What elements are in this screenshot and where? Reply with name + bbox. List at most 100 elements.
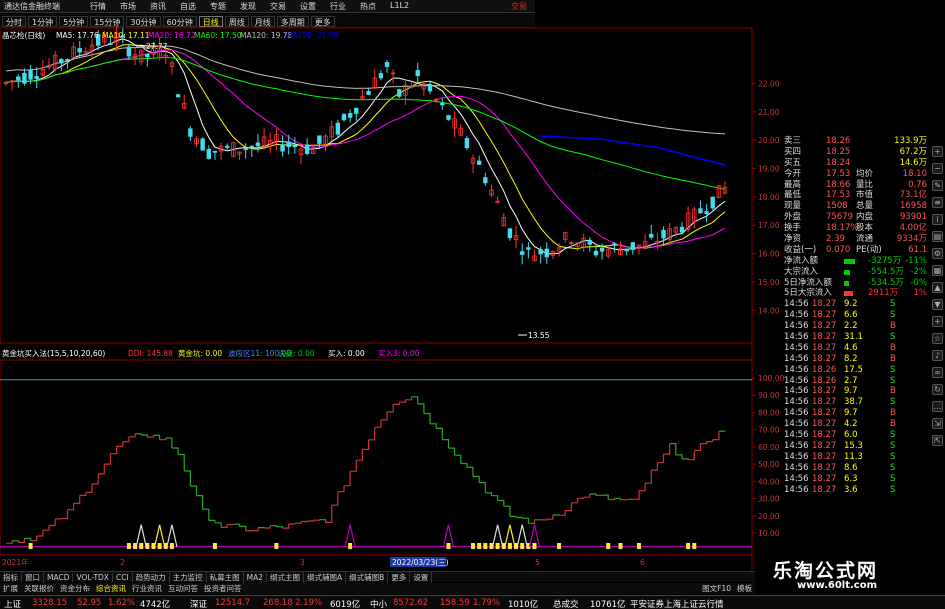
indicator-tab[interactable]: VOL-TDX (73, 572, 113, 582)
indicator-tab[interactable]: 纲式辅图A (304, 571, 347, 583)
expand-icon[interactable]: ⇲ (932, 418, 943, 429)
extension-tab[interactable]: 资金分布 (57, 583, 93, 594)
quote-label: 今开 (784, 168, 802, 179)
tick-row: 14:56 18.27 3.6 S (782, 485, 927, 496)
arrow-up-icon[interactable]: ▲ (932, 282, 943, 293)
extension-tab[interactable]: 行业资讯 (129, 583, 165, 594)
extension-tab[interactable]: 投资者问答 (201, 583, 245, 594)
status-item: 深证 (190, 600, 208, 609)
indicator-tab[interactable]: 设置 (410, 571, 433, 583)
bell-icon[interactable]: ♪ (932, 350, 943, 361)
oscillator-step (380, 411, 388, 421)
oscillator-step (608, 498, 616, 501)
extension-tab[interactable]: 关联报价 (21, 583, 57, 594)
oscillator-step (466, 466, 474, 477)
oscillator-step (214, 522, 222, 528)
status-item: 中小 (370, 600, 388, 609)
candle-body (175, 94, 181, 98)
quote-label: 收益(一) (784, 244, 817, 255)
oscillator-step (423, 412, 431, 424)
tick-side: S (890, 397, 896, 408)
oscillator-step (651, 462, 659, 471)
indicator-tab[interactable]: 纲式辅图B (346, 571, 389, 583)
chart-icon[interactable]: ▤ (932, 231, 943, 242)
tick-price: 18.27 (812, 321, 837, 332)
time-axis-label: 2 (120, 558, 125, 567)
candle-body (22, 72, 27, 84)
draw-icon[interactable]: ✎ (932, 180, 943, 191)
link-icon[interactable]: ∞ (932, 367, 943, 378)
star-icon[interactable]: ☆ (932, 333, 943, 344)
oscillator-step (460, 462, 468, 468)
quote-value: 75679 (826, 212, 854, 223)
zoom-in-icon[interactable]: + (932, 146, 943, 157)
plus-icon[interactable]: + (932, 316, 943, 327)
collapse-icon[interactable]: ⇱ (932, 435, 943, 446)
indicator-tab[interactable]: 主力监控 (170, 571, 207, 583)
tick-price: 18.26 (812, 375, 837, 386)
list-icon[interactable]: ≡ (932, 197, 943, 208)
fund-flow-row: 5日净流入额 -534.5万 -0% (782, 278, 927, 289)
indicator-tab[interactable]: 趋势动力 (133, 571, 170, 583)
flow-pct: 1% (913, 288, 928, 299)
candle-body (526, 247, 531, 250)
oscillator-step (85, 483, 93, 493)
indicator-tab[interactable]: 更多 (388, 571, 411, 583)
oscillator-step (98, 464, 105, 475)
candle-body (698, 208, 703, 214)
tick-time: 14:56 (784, 342, 809, 353)
zoom-out-icon[interactable]: − (932, 163, 943, 174)
oscillator-step (325, 505, 333, 524)
refresh-icon[interactable]: ↻ (932, 384, 943, 395)
more-icon[interactable]: … (932, 401, 943, 412)
extension-tab-right[interactable]: 图文F10 (699, 583, 734, 594)
extension-tab[interactable]: 互动问答 (165, 583, 201, 594)
info-icon[interactable]: i (932, 214, 943, 225)
candle-body (292, 145, 298, 148)
candle-body (612, 243, 617, 246)
tick-volume: 2.2 (844, 321, 858, 332)
price-tick-label: 18.00 (758, 193, 780, 202)
candle-body (440, 102, 445, 106)
indicator-legend-item: 黄金坑: 0.00 (178, 348, 222, 358)
oscillator-step (688, 450, 695, 461)
extension-tab[interactable]: 扩展 (0, 583, 21, 594)
tick-time: 14:56 (784, 397, 809, 408)
extension-tab[interactable]: 综合资讯 (93, 583, 129, 594)
indicator-tab[interactable]: MA2 (244, 572, 268, 582)
settings-icon[interactable]: ⚙ (932, 248, 943, 259)
quote-row: 买四 18.25 67.2万 (782, 147, 927, 158)
buy-signal-bar (606, 543, 611, 549)
indicator-tab[interactable]: 窗口 (22, 571, 44, 583)
oscillator-step (712, 431, 720, 441)
buy-signal-bar (686, 543, 691, 549)
extension-tab-right[interactable]: 模板 (734, 583, 755, 594)
ma-legend-item: MA60: 17.50 (194, 31, 242, 40)
tick-price: 18.27 (812, 332, 837, 343)
tick-row: 14:56 18.27 4.6 B (782, 343, 927, 354)
ma-line (5, 44, 726, 250)
tick-time: 14:56 (784, 419, 809, 430)
indicator-tab[interactable]: 私募主图 (207, 571, 244, 583)
oscillator-step (337, 485, 345, 493)
oscillator-step (405, 396, 413, 401)
flow-value: -554.5万 (868, 266, 904, 277)
status-item: 平安证券上海上证云行情 (630, 600, 724, 609)
grid-icon[interactable]: ▦ (932, 265, 943, 276)
oscillator-step (589, 493, 597, 496)
tick-volume: 3.6 (844, 484, 858, 495)
tick-price: 18.27 (812, 310, 837, 321)
tick-side: S (890, 473, 896, 484)
indicator-tab[interactable]: MACD (44, 572, 74, 582)
tick-time: 14:56 (784, 451, 809, 462)
buy-signal-bar (520, 543, 525, 549)
arrow-down-icon[interactable]: ▼ (932, 299, 943, 310)
candle-body (483, 177, 488, 184)
tick-price: 18.27 (812, 451, 837, 462)
oscillator-step (331, 491, 339, 506)
quote-label2: 量比 (856, 179, 874, 190)
indicator-tab[interactable]: 指标 (0, 571, 22, 583)
indicator-tab[interactable]: 纲式主图 (267, 571, 305, 583)
indicator-tab[interactable]: CCI (113, 572, 133, 582)
oscillator-step (614, 497, 622, 500)
